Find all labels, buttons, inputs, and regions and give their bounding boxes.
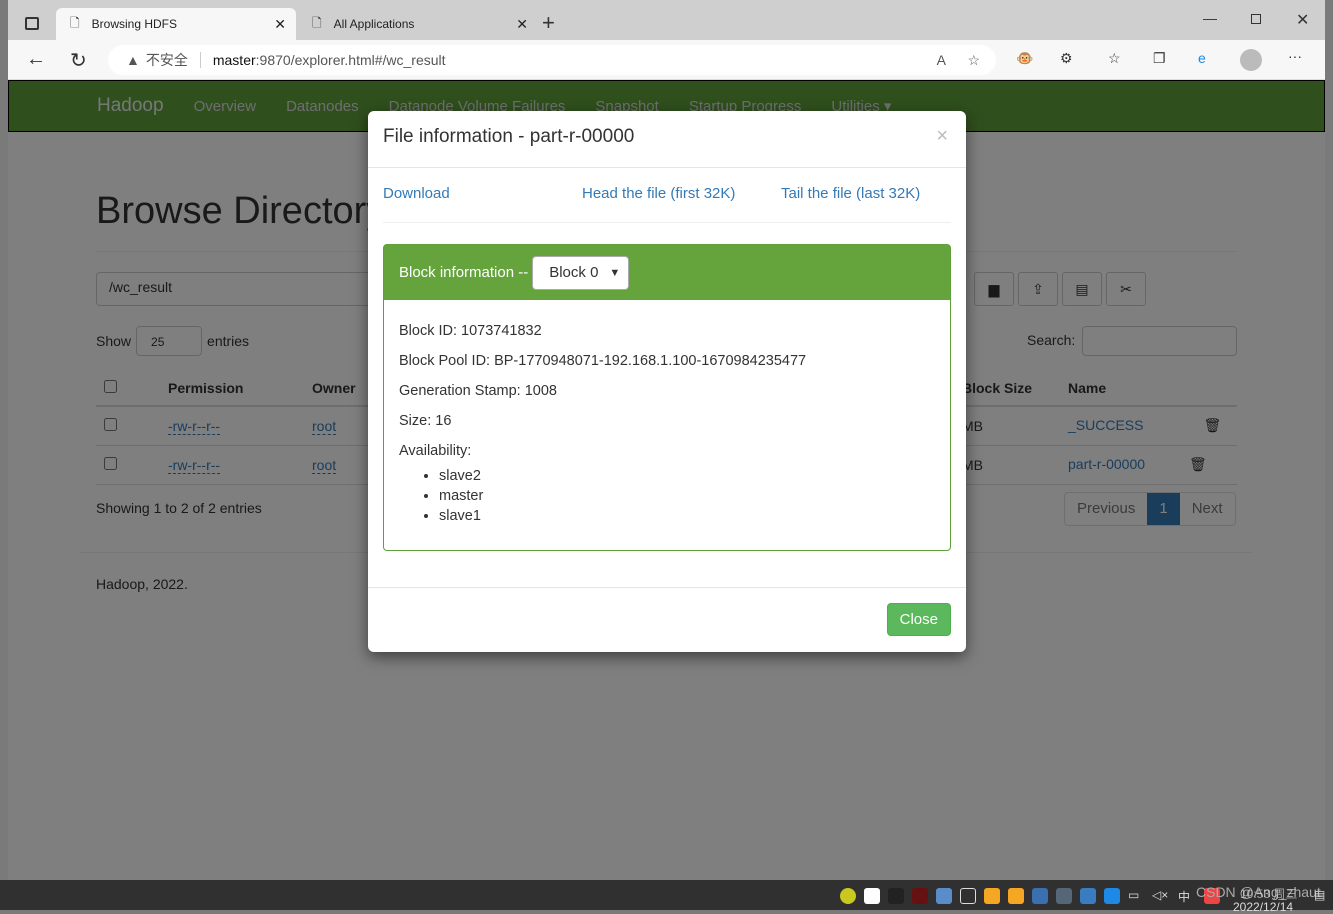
tail-file-link[interactable]: Tail the file (last 32K) [781,185,920,202]
minimize-icon[interactable]: — [1203,10,1217,26]
window-icon[interactable] [960,888,976,904]
display-icon[interactable] [936,888,952,904]
app-icon[interactable] [984,888,1000,904]
download-link[interactable]: Download [383,185,450,202]
favorite-icon[interactable]: ☆ [967,52,980,69]
node-list: slave2 master slave1 [439,466,935,526]
page-icon: 🗋 [312,15,322,30]
close-icon[interactable]: × [936,125,948,148]
taskbar: ▭ ◁× 中 CSDN @Ang_zhaut 10:53 周三 2022/12/… [0,880,1333,914]
qq-icon[interactable] [888,888,904,904]
network-icon[interactable]: ▭ [1128,888,1139,902]
block-select[interactable]: Block 0 ▼ [532,255,630,290]
read-aloud-icon[interactable]: A [937,52,946,68]
warning-icon: ▲ [126,52,140,68]
app-icon[interactable] [1056,888,1072,904]
address-bar: ← ↻ ▲ 不安全 master:9870/explorer.html#/wc_re… [8,40,1325,80]
app-icon[interactable] [912,888,928,904]
maximize-icon[interactable] [1251,14,1261,24]
app-icon[interactable] [1032,888,1048,904]
ie-mode-icon[interactable]: e [1198,50,1206,66]
block-info-panel: Block information -- Block 0 ▼ Block ID: 1… [383,244,951,551]
shield-icon[interactable] [1008,888,1024,904]
chevron-down-icon: ▼ [609,266,621,279]
file-info-modal: File information - part-r-00000 × Downloa… [368,111,966,652]
onedrive-icon[interactable] [1080,888,1096,904]
close-tab-icon[interactable]: ✕ [516,16,528,33]
new-tab-icon[interactable]: + [542,10,555,36]
head-file-link[interactable]: Head the file (first 32K) [582,185,735,202]
tab-bar: 🗋 Browsing HDFS ✕ 🗋 All Applications ✕ + — ✕ [8,0,1325,40]
app-icon[interactable] [864,888,880,904]
url-input[interactable]: ▲ 不安全 master:9870/explorer.html#/wc_result… [108,45,996,75]
tab-all-applications[interactable]: 🗋 All Applications ✕ [298,8,538,40]
extension-icon[interactable]: 🐵 [1016,50,1033,67]
notification-icon[interactable]: ▤ [1314,888,1325,902]
back-icon[interactable]: ← [26,48,46,71]
favorites-icon[interactable]: ☆ [1108,50,1121,67]
mute-icon[interactable]: ◁× [1152,888,1168,902]
close-tab-icon[interactable]: ✕ [274,16,286,33]
extensions-icon[interactable]: ⚙ [1060,50,1073,67]
close-button[interactable]: Close [886,603,951,636]
tab-actions-icon[interactable] [25,17,39,30]
modal-title: File information - part-r-00000 [383,126,635,147]
profile-avatar[interactable] [1240,49,1262,71]
close-window-icon[interactable]: ✕ [1296,10,1309,30]
tab-browsing-hdfs[interactable]: 🗋 Browsing HDFS ✕ [56,8,296,40]
page-icon: 🗋 [70,15,80,30]
more-icon[interactable]: ··· [1288,48,1302,64]
app-icon[interactable] [840,888,856,904]
clock-date[interactable]: 2022/12/14 [1233,900,1293,914]
collections-icon[interactable]: ❐ [1153,50,1166,67]
ime-indicator[interactable]: 中 [1178,888,1190,905]
refresh-icon[interactable]: ↻ [70,48,87,73]
bluetooth-icon[interactable] [1104,888,1120,904]
